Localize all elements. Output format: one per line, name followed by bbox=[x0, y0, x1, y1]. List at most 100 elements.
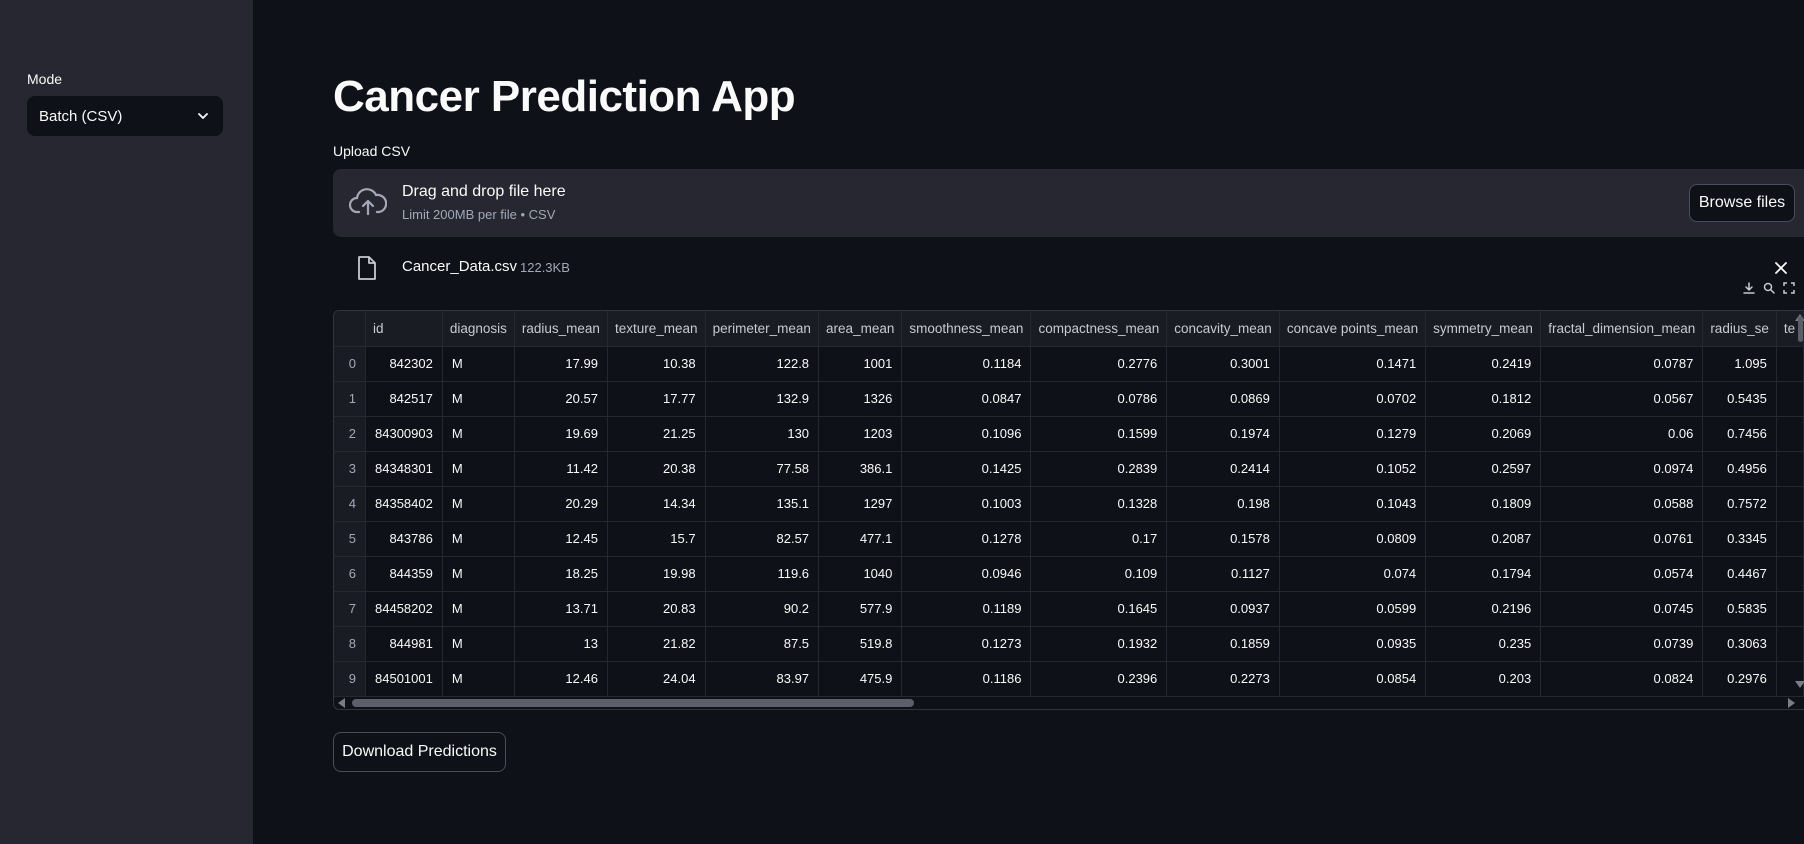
scrollbar-thumb[interactable] bbox=[352, 699, 914, 707]
table-cell[interactable]: 0.235 bbox=[1425, 626, 1542, 662]
column-header[interactable]: texture_mean bbox=[607, 311, 706, 347]
table-cell[interactable]: 1.095 bbox=[1702, 346, 1777, 382]
table-cell[interactable] bbox=[1776, 626, 1804, 662]
table-cell[interactable]: 0.0854 bbox=[1279, 661, 1427, 697]
table-cell[interactable]: 0.1812 bbox=[1425, 381, 1542, 417]
table-row[interactable]: 8 844981 M 13 21.82 87.5 519.8 0.1273 0.1932 0.18… bbox=[334, 626, 1804, 662]
column-header[interactable]: area_mean bbox=[818, 311, 903, 347]
table-cell[interactable]: 0.5435 bbox=[1702, 381, 1777, 417]
table-cell[interactable]: 0.1425 bbox=[901, 451, 1032, 487]
table-cell[interactable]: 0.0761 bbox=[1540, 521, 1704, 557]
close-icon[interactable] bbox=[1773, 260, 1789, 276]
browse-files-button[interactable]: Browse files bbox=[1689, 184, 1795, 222]
column-header[interactable]: compactness_mean bbox=[1030, 311, 1168, 347]
table-cell[interactable]: 0.0847 bbox=[901, 381, 1032, 417]
table-cell[interactable]: 0.0588 bbox=[1540, 486, 1704, 522]
table-cell[interactable]: 1326 bbox=[818, 381, 903, 417]
file-dropzone[interactable] bbox=[333, 169, 1804, 237]
table-cell[interactable]: 21.25 bbox=[607, 416, 706, 452]
mode-select[interactable]: Batch (CSV) bbox=[27, 96, 223, 136]
table-cell[interactable]: 0.1052 bbox=[1279, 451, 1427, 487]
table-cell[interactable]: 130 bbox=[705, 416, 820, 452]
table-cell[interactable]: 0.2776 bbox=[1030, 346, 1168, 382]
table-cell[interactable] bbox=[1776, 521, 1804, 557]
table-cell[interactable]: M bbox=[442, 556, 515, 592]
data-table[interactable]: id diagnosis radius_mean texture_mean perime… bbox=[333, 310, 1804, 710]
table-cell[interactable]: 0.2597 bbox=[1425, 451, 1542, 487]
table-cell[interactable]: 0.2419 bbox=[1425, 346, 1542, 382]
table-cell[interactable]: 0.1279 bbox=[1279, 416, 1427, 452]
table-cell[interactable]: 19.69 bbox=[514, 416, 608, 452]
table-cell[interactable]: 0.1189 bbox=[901, 591, 1032, 627]
column-header[interactable]: diagnosis bbox=[442, 311, 515, 347]
table-cell[interactable]: 0.3063 bbox=[1702, 626, 1777, 662]
table-cell[interactable]: 0.0787 bbox=[1540, 346, 1704, 382]
search-icon[interactable] bbox=[1762, 281, 1776, 295]
table-cell[interactable]: 843786 bbox=[365, 521, 443, 557]
table-cell[interactable]: 1040 bbox=[818, 556, 903, 592]
column-header[interactable]: id bbox=[365, 311, 443, 347]
table-cell[interactable]: 119.6 bbox=[705, 556, 820, 592]
table-cell[interactable]: 82.57 bbox=[705, 521, 820, 557]
vertical-scrollbar-thumb[interactable] bbox=[1798, 316, 1803, 342]
table-cell[interactable]: 0.2196 bbox=[1425, 591, 1542, 627]
table-cell[interactable]: 842517 bbox=[365, 381, 443, 417]
table-cell[interactable]: 0.0786 bbox=[1030, 381, 1168, 417]
table-cell[interactable]: 0.7456 bbox=[1702, 416, 1777, 452]
table-cell[interactable]: 0.2273 bbox=[1166, 661, 1280, 697]
table-cell[interactable]: 0.0574 bbox=[1540, 556, 1704, 592]
table-cell[interactable]: 0.1278 bbox=[901, 521, 1032, 557]
column-header[interactable]: concave points_mean bbox=[1279, 311, 1427, 347]
table-cell[interactable]: 0.06 bbox=[1540, 416, 1704, 452]
table-cell[interactable]: 0.2396 bbox=[1030, 661, 1168, 697]
table-cell[interactable]: 14.34 bbox=[607, 486, 706, 522]
table-cell[interactable] bbox=[1776, 486, 1804, 522]
table-cell[interactable]: 0.1127 bbox=[1166, 556, 1280, 592]
table-cell[interactable]: 17.77 bbox=[607, 381, 706, 417]
table-cell[interactable]: 18.25 bbox=[514, 556, 608, 592]
table-cell[interactable] bbox=[1776, 381, 1804, 417]
table-cell[interactable]: 12.46 bbox=[514, 661, 608, 697]
table-cell[interactable]: M bbox=[442, 416, 515, 452]
download-icon[interactable] bbox=[1742, 281, 1756, 295]
table-cell[interactable]: 0.1578 bbox=[1166, 521, 1280, 557]
table-cell[interactable]: 0.3345 bbox=[1702, 521, 1777, 557]
table-cell[interactable]: 21.82 bbox=[607, 626, 706, 662]
table-row[interactable]: 1 842517 M 20.57 17.77 132.9 1326 0.0847 0.0786 0… bbox=[334, 381, 1804, 417]
scroll-right-arrow[interactable] bbox=[1788, 698, 1795, 708]
table-cell[interactable]: 0.0739 bbox=[1540, 626, 1704, 662]
table-cell[interactable]: M bbox=[442, 346, 515, 382]
table-cell[interactable]: 84501001 bbox=[365, 661, 443, 697]
table-cell[interactable]: 0.0974 bbox=[1540, 451, 1704, 487]
table-cell[interactable]: 15.7 bbox=[607, 521, 706, 557]
table-cell[interactable]: 20.38 bbox=[607, 451, 706, 487]
table-cell[interactable]: 0.109 bbox=[1030, 556, 1168, 592]
table-cell[interactable]: 0.7572 bbox=[1702, 486, 1777, 522]
table-cell[interactable]: 0.1328 bbox=[1030, 486, 1168, 522]
table-cell[interactable]: 0.4956 bbox=[1702, 451, 1777, 487]
table-cell[interactable] bbox=[1776, 451, 1804, 487]
table-cell[interactable]: 0.0935 bbox=[1279, 626, 1427, 662]
table-cell[interactable]: 19.98 bbox=[607, 556, 706, 592]
table-cell[interactable]: 84300903 bbox=[365, 416, 443, 452]
table-cell[interactable]: 12.45 bbox=[514, 521, 608, 557]
table-cell[interactable]: 0.0745 bbox=[1540, 591, 1704, 627]
table-cell[interactable]: 24.04 bbox=[607, 661, 706, 697]
table-row[interactable]: 0 842302 M 17.99 10.38 122.8 1001 0.1184 0.2776 0… bbox=[334, 346, 1804, 382]
table-cell[interactable]: 0.0599 bbox=[1279, 591, 1427, 627]
table-cell[interactable]: 844359 bbox=[365, 556, 443, 592]
table-cell[interactable]: 1297 bbox=[818, 486, 903, 522]
table-cell[interactable]: 0.1599 bbox=[1030, 416, 1168, 452]
table-cell[interactable]: 20.83 bbox=[607, 591, 706, 627]
table-cell[interactable]: 0.1859 bbox=[1166, 626, 1280, 662]
table-cell[interactable]: 0.1184 bbox=[901, 346, 1032, 382]
column-header[interactable]: concavity_mean bbox=[1166, 311, 1280, 347]
table-cell[interactable]: 842302 bbox=[365, 346, 443, 382]
table-cell[interactable] bbox=[1776, 346, 1804, 382]
table-cell[interactable]: 17.99 bbox=[514, 346, 608, 382]
table-cell[interactable]: 0.2414 bbox=[1166, 451, 1280, 487]
table-cell[interactable] bbox=[1776, 661, 1804, 697]
table-cell[interactable]: 0.074 bbox=[1279, 556, 1427, 592]
table-cell[interactable]: 844981 bbox=[365, 626, 443, 662]
column-header[interactable]: radius_se bbox=[1702, 311, 1777, 347]
